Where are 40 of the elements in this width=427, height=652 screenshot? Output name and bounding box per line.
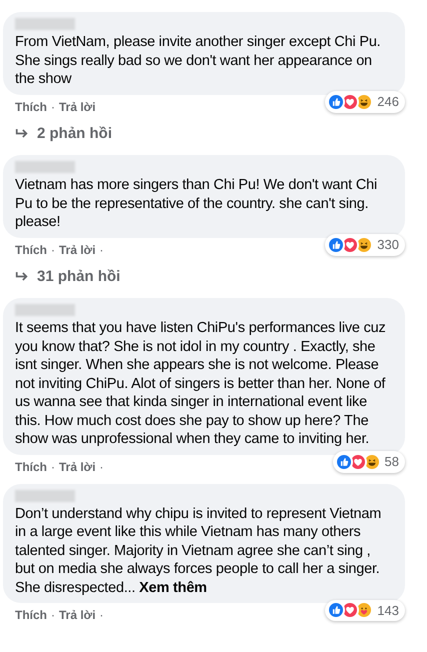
blurred-name bbox=[15, 304, 75, 316]
like-icon bbox=[327, 92, 346, 111]
separator-dot: · bbox=[51, 458, 55, 476]
reply-link[interactable]: Trả lời bbox=[59, 606, 96, 624]
blurred-name bbox=[15, 490, 75, 502]
like-icon bbox=[334, 452, 353, 471]
reply-arrow-icon bbox=[15, 271, 29, 282]
reaction-count: 246 bbox=[377, 93, 399, 111]
reply-link[interactable]: Trả lời bbox=[59, 458, 96, 476]
blurred-name bbox=[15, 161, 75, 173]
like-icon bbox=[327, 601, 346, 620]
reaction-summary[interactable]: 58 bbox=[332, 451, 405, 472]
comment-text: Don’t understand why chipu is invited to represent Vietnam in a large event like this while Vietnam has many others talented singer. Majority in Vietnam agree she can’t sing , but on media she always forces people to call her a singer. She disrespected... Xem thêm bbox=[15, 504, 382, 597]
reaction-count: 330 bbox=[377, 236, 399, 254]
like-link[interactable]: Thích bbox=[15, 458, 47, 476]
separator-dot: · bbox=[51, 607, 55, 624]
like-link[interactable]: Thích bbox=[15, 240, 47, 258]
see-more-link[interactable]: Xem thêm bbox=[139, 580, 207, 596]
separator-dot: · bbox=[100, 607, 104, 624]
separator-dot: · bbox=[51, 242, 55, 258]
comment-text: From VietNam, please invite another singer except Chi Pu. She sings really bad so we don't want her appearance on the show bbox=[15, 33, 382, 88]
separator-dot: · bbox=[100, 458, 104, 476]
blurred-name bbox=[15, 18, 75, 30]
like-link[interactable]: Thích bbox=[15, 98, 47, 116]
separator-dot: · bbox=[100, 242, 104, 258]
view-replies-link[interactable]: 2 phản hồi bbox=[3, 116, 427, 147]
reaction-count: 58 bbox=[384, 453, 399, 471]
like-link[interactable]: Thích bbox=[15, 606, 47, 624]
view-replies-link[interactable]: 31 phản hồi bbox=[3, 258, 427, 290]
comment-text: It seems that you have listen ChiPu's performances live cuz you know that? She is not idol in my country . Exactly, she isnt singer. When she appears she is not welcome. Please not inviting ChiPu. Alot of singers is better than her. None of us wanna see that kinda singer in international event like this. How much cost does she pay to show up here? The show was unprofessional when they came to inviting her. bbox=[15, 319, 387, 448]
reply-link[interactable]: Trả lời bbox=[59, 98, 96, 116]
comment-text: Vietnam has more singers than Chi Pu! We don't want Chi Pu to be the representative of the country. she can't sing. please! bbox=[15, 176, 378, 232]
reaction-summary[interactable]: 330 bbox=[325, 234, 405, 256]
reply-link[interactable]: Trả lời bbox=[59, 240, 96, 258]
reaction-summary[interactable]: 143 bbox=[325, 600, 405, 621]
like-icon bbox=[327, 236, 346, 254]
reaction-count: 143 bbox=[377, 602, 399, 620]
reaction-summary[interactable]: 246 bbox=[325, 91, 405, 112]
reply-arrow-icon bbox=[15, 128, 29, 140]
separator-dot: · bbox=[51, 98, 55, 116]
